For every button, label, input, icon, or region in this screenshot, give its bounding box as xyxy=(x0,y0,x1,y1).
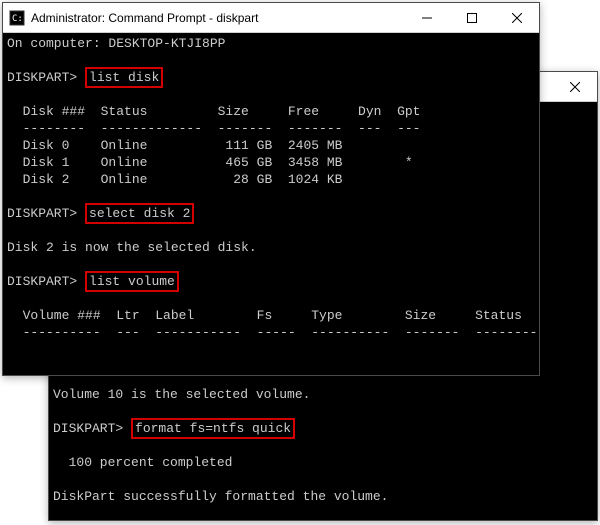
output-line: On computer: DESKTOP-KTJI8PP xyxy=(7,36,225,51)
diskpart-prompt: DISKPART> xyxy=(53,421,123,436)
output-line: Volume 10 is the selected volume. xyxy=(53,387,310,402)
output-line: Disk 2 is now the selected disk. xyxy=(7,240,257,255)
table-row: Disk 2 Online 28 GB 1024 KB xyxy=(7,172,342,187)
maximize-button[interactable] xyxy=(449,3,494,33)
cmd-window-front: C: Administrator: Command Prompt - diskp… xyxy=(2,2,540,376)
terminal-front[interactable]: On computer: DESKTOP-KTJI8PP DISKPART> l… xyxy=(3,33,539,375)
diskpart-prompt: DISKPART> xyxy=(7,206,77,221)
highlighted-command: list disk xyxy=(85,67,163,88)
highlighted-command: format fs=ntfs quick xyxy=(131,418,295,439)
close-button[interactable] xyxy=(494,3,539,33)
output-line: DiskPart successfully formatted the volu… xyxy=(53,489,388,504)
table-row: Disk 1 Online 465 GB 3458 MB * xyxy=(7,155,413,170)
highlighted-command: list volume xyxy=(85,271,179,292)
table-separator: -------- ------------- ------- ------- -… xyxy=(7,121,420,136)
close-button[interactable] xyxy=(552,72,597,102)
window-title: Administrator: Command Prompt - diskpart xyxy=(31,11,404,25)
table-row: Disk 0 Online 111 GB 2405 MB xyxy=(7,138,342,153)
table-header: Volume ### Ltr Label Fs Type Size Status… xyxy=(7,308,539,323)
diskpart-prompt: DISKPART> xyxy=(7,274,77,289)
svg-text:C:: C: xyxy=(12,14,23,24)
minimize-button[interactable] xyxy=(404,3,449,33)
titlebar-front[interactable]: C: Administrator: Command Prompt - diskp… xyxy=(3,3,539,33)
highlighted-command: select disk 2 xyxy=(85,203,194,224)
table-header: Disk ### Status Size Free Dyn Gpt xyxy=(7,104,420,119)
table-separator: ---------- --- ----------- ----- -------… xyxy=(7,325,539,340)
cmd-icon: C: xyxy=(9,10,25,26)
diskpart-prompt: DISKPART> xyxy=(7,70,77,85)
output-line: 100 percent completed xyxy=(53,455,232,470)
